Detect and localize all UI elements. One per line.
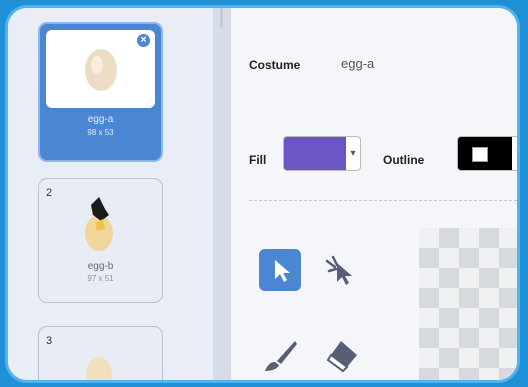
egg-c-image xyxy=(86,357,112,380)
eraser-icon xyxy=(326,341,357,373)
costume-tile-3[interactable]: 3 xyxy=(38,326,163,380)
costume-label: Costume xyxy=(249,58,301,72)
fill-label: Fill xyxy=(249,153,267,167)
costume-name-field[interactable]: egg-a xyxy=(341,56,374,71)
costume-name: egg-a xyxy=(87,114,114,125)
splitter-grip xyxy=(220,8,223,28)
outline-label: Outline xyxy=(383,153,425,167)
brush-tool-button[interactable] xyxy=(259,333,301,375)
chevron-down-icon: ▾ xyxy=(346,137,360,170)
drawing-canvas[interactable] xyxy=(419,228,517,380)
costume-size: 97 x 51 xyxy=(87,274,114,283)
toolbar-divider xyxy=(249,200,517,201)
egg-b-image xyxy=(85,197,113,251)
costume-number: 2 xyxy=(46,187,53,199)
reshape-icon xyxy=(325,255,352,285)
select-arrow-icon xyxy=(275,260,290,282)
outline-color-picker[interactable]: ▾ xyxy=(457,136,517,171)
costume-name: egg-b xyxy=(87,261,114,272)
no-outline-icon xyxy=(472,147,488,162)
costume-number: 3 xyxy=(46,335,53,347)
app-frame: 1 egg-a 98 x 53 × 2 egg-b 97 x 51 3 Cost… xyxy=(5,5,520,383)
costume-size: 98 x 53 xyxy=(87,128,114,137)
costume-tile-2[interactable]: 2 egg-b 97 x 51 xyxy=(38,178,163,303)
costume-list: 1 egg-a 98 x 53 × 2 egg-b 97 x 51 3 xyxy=(8,8,213,380)
eraser-tool-button[interactable] xyxy=(319,333,361,375)
delete-costume-icon[interactable]: × xyxy=(135,32,152,49)
brush-icon xyxy=(265,341,297,371)
select-tool-button[interactable] xyxy=(259,249,301,291)
costume-number: 1 xyxy=(47,32,54,44)
fill-color-picker[interactable]: ▾ xyxy=(283,136,361,171)
paint-editor: Costume egg-a Fill ▾ Outline ▾ xyxy=(231,8,517,380)
reshape-tool-button[interactable] xyxy=(319,249,361,291)
chevron-down-icon: ▾ xyxy=(512,137,517,170)
panel-splitter[interactable] xyxy=(213,8,231,380)
